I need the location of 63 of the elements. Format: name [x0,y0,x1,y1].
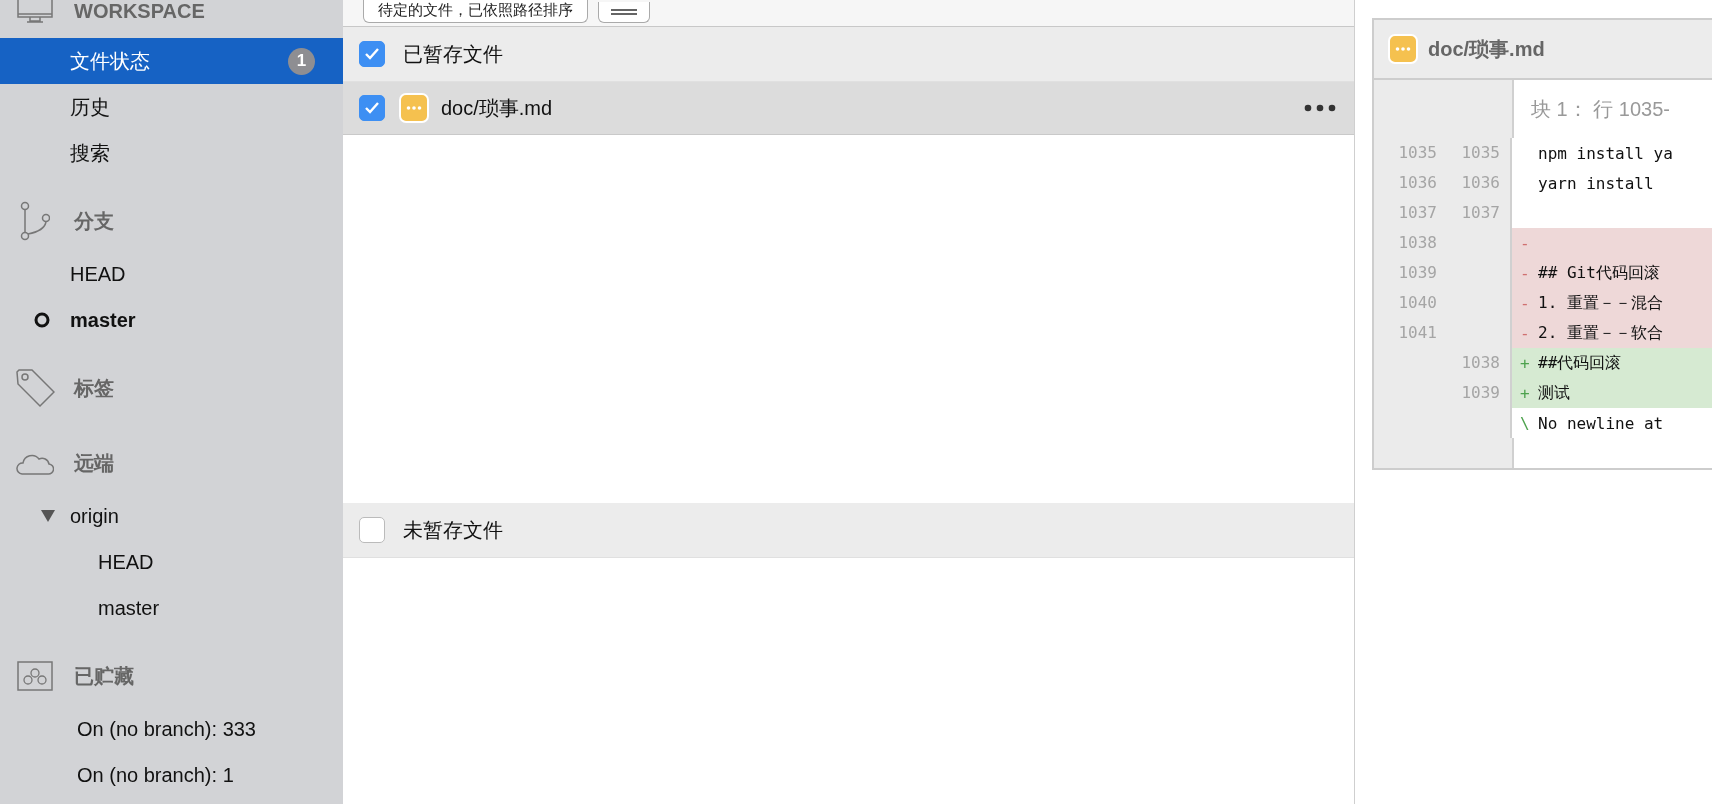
sidebar-item[interactable]: HEAD [0,251,343,297]
hunk-header: 块 1： 行 1035- [1531,96,1670,122]
sort-dropdown[interactable]: 待定的文件，已依照路径排序 [363,0,588,23]
stash-icon [17,661,53,691]
section-title[interactable]: WORKSPACE [74,0,205,23]
group-title: 未暂存文件 [403,517,503,543]
code-text: yarn install [1538,173,1654,193]
sidebar-item[interactable]: 历史 [0,84,343,130]
branch-icon [20,201,50,241]
group-title: 已暂存文件 [403,41,503,67]
count-badge: 1 [288,47,315,75]
line-number: 1037 [1398,203,1437,222]
checkbox[interactable] [359,517,385,543]
line-number: 1041 [1398,323,1437,342]
diff-sign: - [1520,323,1530,343]
checkbox[interactable] [359,95,385,121]
line-number: 1040 [1398,293,1437,312]
sidebar-item[interactable]: 搜索 [0,130,343,176]
disclosure-triangle-icon[interactable] [40,509,56,523]
sidebar-item[interactable]: On (no branch): 1 [0,752,343,798]
checkmark-icon [364,47,380,61]
diff-file-name: doc/琐事.md [1428,36,1545,62]
code-text: 测试 [1538,382,1570,404]
file-path: doc/琐事.md [441,95,553,121]
line-number: 1037 [1461,203,1500,222]
file-row[interactable]: doc/琐事.md [343,82,1354,135]
code-text: ## Git代码回滚 [1538,262,1660,284]
checkbox[interactable] [359,41,385,67]
line-number: 1039 [1398,263,1437,282]
sidebar-item[interactable]: origin [0,493,343,539]
line-number: 1039 [1461,383,1500,402]
diff-sign: - [1520,293,1530,313]
sidebar-item-selected[interactable]: 文件状态 1 [0,38,343,84]
line-number: 1035 [1461,143,1500,162]
diff-sign: + [1520,353,1530,373]
menu-icon [611,9,637,15]
code-text: npm install ya [1538,143,1673,163]
section-title[interactable]: 远端 [74,449,114,477]
diff-sign: - [1520,233,1530,253]
line-number: 1038 [1461,353,1500,372]
checkmark-icon [364,101,380,115]
line-number: 1036 [1398,173,1437,192]
menu-button[interactable] [598,2,650,23]
tag-icon [15,368,55,408]
code-text: 2. 重置－－软合 [1538,322,1663,344]
sidebar-item[interactable]: master [0,297,343,343]
diff-sign: - [1520,263,1530,283]
line-number: 1036 [1461,173,1500,192]
section-title[interactable]: 标签 [74,374,114,402]
code-text: ##代码回滚 [1538,352,1622,374]
section-title[interactable]: 已贮藏 [74,662,134,690]
diff-sign: \ [1520,413,1530,433]
line-number: 1038 [1398,233,1437,252]
more-icon[interactable] [1304,104,1336,112]
diff-sign: + [1520,383,1530,403]
sidebar-item[interactable]: master [0,585,343,631]
code-text: 1. 重置－－混合 [1538,292,1663,314]
sidebar-item[interactable]: HEAD [0,539,343,585]
section-title[interactable]: 分支 [74,207,114,235]
monitor-icon [16,0,54,24]
line-number: 1035 [1398,143,1437,162]
code-text: No newline at [1538,413,1664,433]
sidebar-item[interactable]: On (no branch): 333 [0,706,343,752]
